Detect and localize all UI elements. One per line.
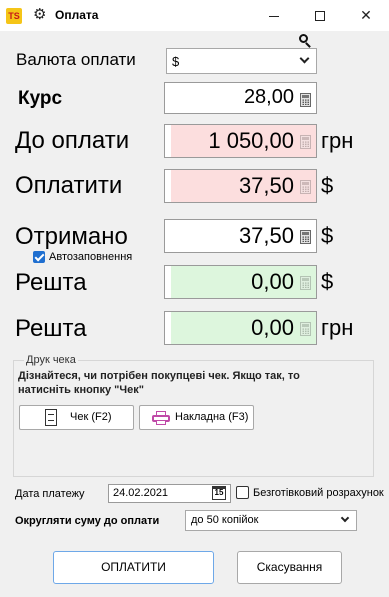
search-icon[interactable] [298,34,312,48]
autofill-checkbox[interactable] [33,251,45,263]
calculator-icon [300,276,311,290]
calendar-icon[interactable]: 15 [212,486,226,500]
change-usd-label: Решта [15,269,87,296]
printer-icon [152,411,170,425]
app-logo: TS [6,8,22,24]
received-value: 37,50 [238,223,294,248]
change-uah-label: Решта [15,315,87,342]
receipt-print-group: Друк чека Дізнайтеся, чи потрібен покупц… [13,354,374,477]
minimize-button[interactable] [251,0,297,31]
amount-due-label: До оплати [15,127,130,154]
calculator-icon [300,135,311,149]
currency-select[interactable]: $ [166,48,317,74]
autofill-label[interactable]: Автозаповнення [49,251,132,263]
currency-select-value: $ [172,54,180,69]
search-icon-handle [305,42,311,48]
change-uah-field: 0,00 [164,311,317,345]
calculator-icon[interactable] [300,93,311,107]
calculator-icon [300,180,311,194]
to-pay-unit: $ [321,173,334,198]
received-field[interactable]: 37,50 [164,219,317,253]
receipt-hint: Дізнайтеся, чи потрібен покупцеві чек. Я… [18,370,300,396]
rate-label: Курс [18,88,63,109]
window-title: Оплата [55,8,99,22]
check-button-label: Чек (F2) [70,411,112,423]
maximize-icon [315,11,325,22]
rate-field[interactable]: 28,00 [164,82,317,114]
invoice-button-label: Накладна (F3) [175,411,249,423]
payment-date-input[interactable]: 24.02.2021 15 [108,484,231,503]
change-usd-field: 0,00 [164,265,317,299]
to-pay-field: 37,50 [164,169,317,203]
close-button[interactable]: ✕ [343,0,389,31]
change-usd-value: 0,00 [251,269,294,294]
change-uah-value: 0,00 [251,315,294,340]
amount-due-value: 1 050,00 [208,128,294,153]
receipt-group-title: Друк чека [24,354,78,366]
cashless-label[interactable]: Безготівковий розрахунок [253,487,384,499]
maximize-button[interactable] [297,0,343,31]
received-label: Отримано [15,223,128,250]
close-icon: ✕ [360,7,372,23]
currency-label: Валюта оплати [16,50,136,69]
pay-button[interactable]: ОПЛАТИТИ [53,551,214,584]
title-bar: TS ⚙ Оплата ✕ [0,0,389,31]
calculator-icon [300,322,311,336]
rate-value: 28,00 [243,86,294,108]
payment-date-value: 24.02.2021 [113,487,169,499]
cashless-checkbox[interactable] [236,486,249,499]
change-uah-unit: грн [321,315,354,340]
chevron-down-icon [340,513,350,523]
receipt-icon [45,409,57,426]
calculator-icon[interactable] [300,230,311,244]
amount-due-field: 1 050,00 [164,124,317,158]
minimize-icon [269,15,279,17]
rounding-select[interactable]: до 50 копійок [185,510,357,531]
invoice-button[interactable]: Накладна (F3) [139,405,254,430]
to-pay-label: Оплатити [15,172,123,199]
payment-date-label: Дата платежу [15,488,85,500]
to-pay-value: 37,50 [238,173,294,198]
check-button[interactable]: Чек (F2) [19,405,134,430]
rounding-select-value: до 50 копійок [191,514,259,526]
received-unit: $ [321,223,334,248]
cancel-button[interactable]: Скасування [237,551,342,584]
chevron-down-icon [299,53,310,64]
change-usd-unit: $ [321,269,334,294]
rounding-label: Округляти суму до оплати [15,515,160,527]
amount-due-unit: грн [321,128,354,153]
gear-icon[interactable]: ⚙ [33,6,46,24]
